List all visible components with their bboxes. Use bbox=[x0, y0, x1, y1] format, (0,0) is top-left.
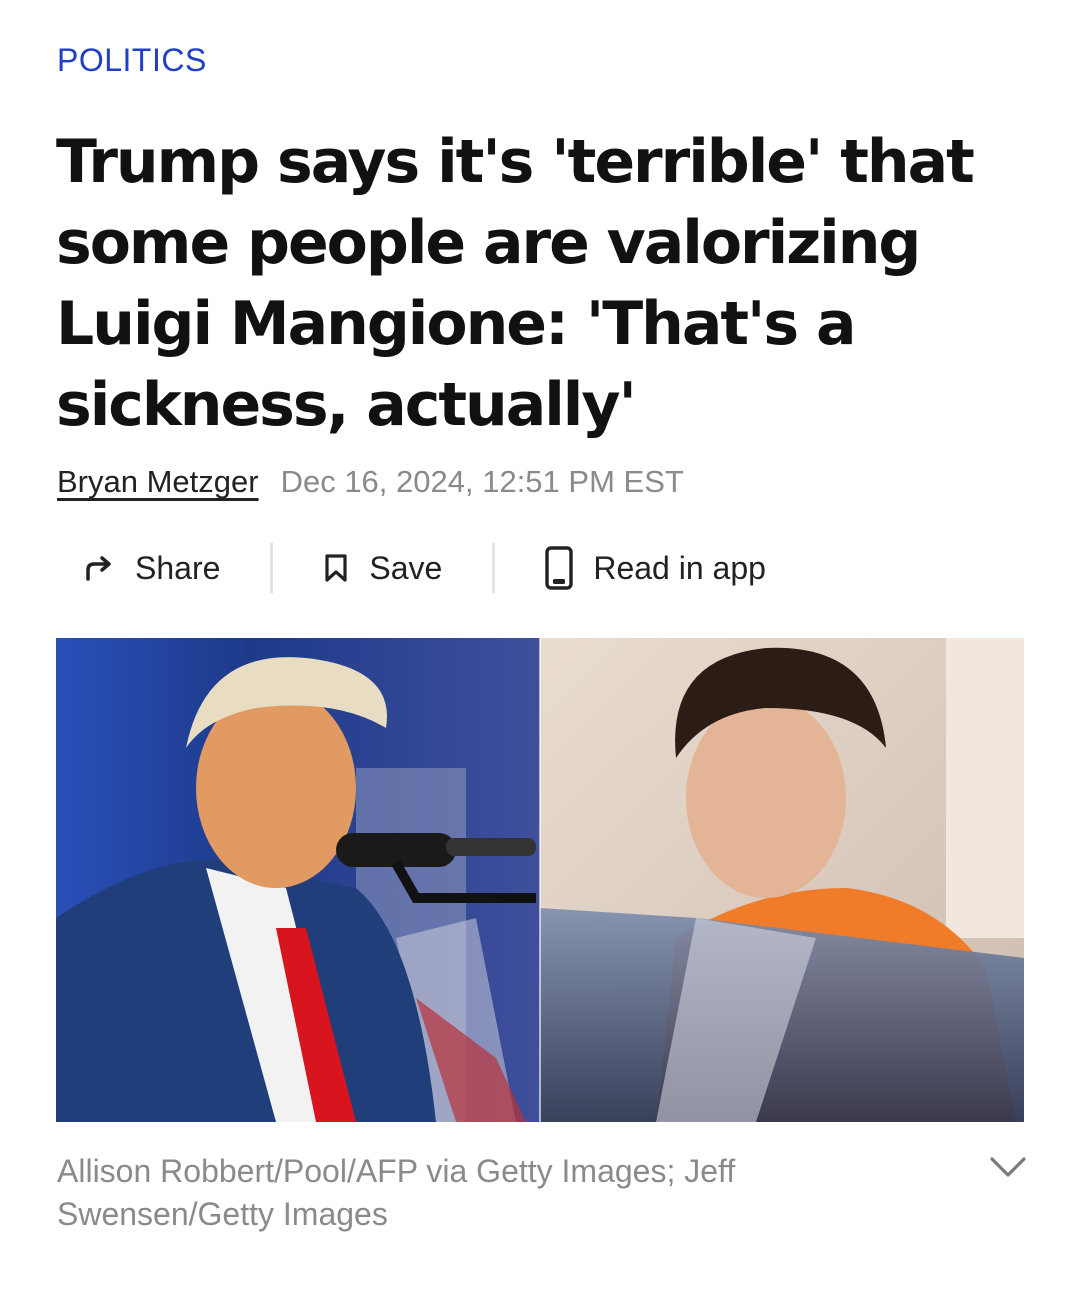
phone-icon bbox=[545, 546, 574, 590]
chevron-down-icon bbox=[988, 1157, 1028, 1186]
publish-date: Dec 16, 2024, 12:51 PM EST bbox=[280, 464, 684, 499]
share-arrow-icon bbox=[85, 555, 115, 581]
image-caption: Allison Robbert/Pool/AFP via Getty Image… bbox=[57, 1153, 736, 1232]
caption-expand-button[interactable] bbox=[988, 1152, 1028, 1186]
article-page: POLITICS Trump says it's 'terrible' that… bbox=[0, 0, 1080, 1289]
article-actions: Share Save Read in app bbox=[57, 543, 766, 593]
share-label: Share bbox=[135, 549, 221, 586]
bookmark-icon bbox=[323, 553, 349, 583]
save-button[interactable]: Save bbox=[273, 543, 492, 593]
headline: Trump says it's 'terrible' that some peo… bbox=[56, 127, 975, 440]
right-photo bbox=[540, 638, 1024, 1122]
category-label[interactable]: POLITICS bbox=[57, 42, 207, 79]
lead-image[interactable] bbox=[56, 638, 1024, 1122]
byline: Bryan Metzger Dec 16, 2024, 12:51 PM EST bbox=[57, 464, 684, 504]
share-button[interactable]: Share bbox=[57, 543, 270, 593]
author-link[interactable]: Bryan Metzger bbox=[57, 464, 259, 500]
read-in-app-label: Read in app bbox=[593, 549, 766, 586]
left-photo bbox=[56, 638, 540, 1122]
save-label: Save bbox=[369, 549, 443, 586]
read-in-app-button[interactable]: Read in app bbox=[495, 543, 766, 593]
